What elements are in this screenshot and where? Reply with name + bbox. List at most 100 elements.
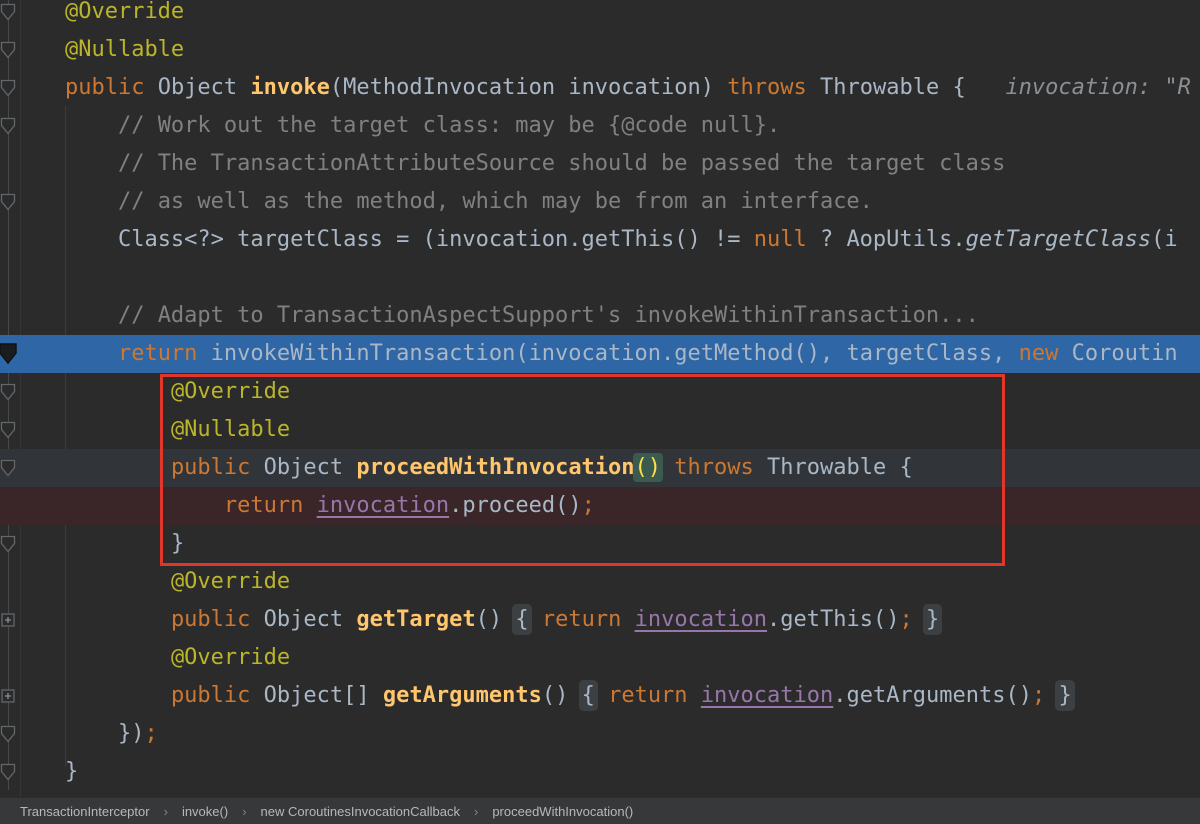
captured-variable-ref: invocation: [635, 607, 767, 632]
code-token: @Override: [171, 569, 290, 594]
fold-arrow-icon[interactable]: [0, 3, 16, 21]
code-line-16[interactable]: @Override: [0, 563, 1200, 601]
breadcrumb-separator-icon: ›: [156, 804, 176, 819]
code-token: [621, 607, 634, 632]
code-token: }: [1058, 683, 1071, 708]
code-token: Object: [250, 455, 356, 480]
code-token: getArguments: [383, 683, 542, 708]
execution-point-icon: [0, 343, 17, 365]
code-token: (): [476, 607, 516, 632]
code-token: {: [582, 683, 595, 708]
fold-arrow-icon[interactable]: [0, 535, 16, 553]
code-line-4[interactable]: // Work out the target class: may be {@c…: [0, 107, 1200, 145]
fold-arrow-icon[interactable]: [0, 117, 16, 135]
captured-variable-ref: invocation: [701, 683, 833, 708]
code-token: public: [171, 683, 250, 708]
breadcrumb-separator-icon: ›: [466, 804, 486, 819]
fold-arrow-icon[interactable]: [0, 79, 16, 97]
code-line-8[interactable]: [0, 259, 1200, 297]
breadcrumb-item-3[interactable]: new CoroutinesInvocationCallback: [255, 804, 466, 819]
gutter-markers: [0, 0, 24, 797]
code-token: @Override: [171, 379, 290, 404]
code-line-5[interactable]: // The TransactionAttributeSource should…: [0, 145, 1200, 183]
code-token: Class<?> targetClass = (invocation.getTh…: [118, 227, 754, 252]
code-token: Coroutin: [1058, 341, 1177, 366]
code-token: proceedWithInvocation: [356, 455, 634, 480]
code-token: @Override: [65, 0, 184, 24]
debugger-inline-hint: invocation: "R: [966, 75, 1191, 100]
matched-paren-highlight: (): [635, 455, 662, 480]
code-token: {: [515, 607, 528, 632]
code-token: ? AopUtils.: [807, 227, 966, 252]
fold-arrow-icon[interactable]: [0, 459, 16, 477]
code-token: // Adapt to TransactionAspectSupport's i…: [118, 303, 979, 328]
code-line-15[interactable]: }: [0, 525, 1200, 563]
code-token: }: [926, 607, 939, 632]
code-token: Object[]: [250, 683, 382, 708]
code-line-10[interactable]: return invokeWithinTransaction(invocatio…: [0, 335, 1200, 373]
code-token: return: [224, 493, 303, 518]
code-line-2[interactable]: @Nullable: [0, 31, 1200, 69]
code-token: // as well as the method, which may be f…: [118, 189, 873, 214]
code-token: // The TransactionAttributeSource should…: [118, 151, 1005, 176]
fold-arrow-icon[interactable]: [0, 421, 16, 439]
code-token: @Override: [171, 645, 290, 670]
breadcrumbs-bar: TransactionInterceptor›invoke()›new Coro…: [0, 797, 1200, 824]
code-token: [661, 455, 674, 480]
code-token: return: [118, 341, 197, 366]
breadcrumb-item-2[interactable]: invoke(): [176, 804, 234, 819]
code-token: ;: [900, 607, 913, 632]
code-line-19[interactable]: public Object[] getArguments() { return …: [0, 677, 1200, 715]
code-token: (): [542, 683, 582, 708]
code-token: [913, 607, 926, 632]
fold-arrow-icon[interactable]: [0, 193, 16, 211]
fold-plus-icon[interactable]: [0, 688, 16, 704]
code-token: getTargetClass: [966, 227, 1151, 252]
fold-arrow-icon[interactable]: [0, 41, 16, 59]
code-token: ;: [582, 493, 595, 518]
fold-plus-icon[interactable]: [0, 612, 16, 628]
code-token: [303, 493, 316, 518]
code-token: }): [118, 721, 145, 746]
code-line-21[interactable]: }: [0, 753, 1200, 791]
code-line-3[interactable]: public Object invoke(MethodInvocation in…: [0, 69, 1200, 107]
code-token: Throwable {: [754, 455, 913, 480]
fold-arrow-icon[interactable]: [0, 383, 16, 401]
code-line-6[interactable]: // as well as the method, which may be f…: [0, 183, 1200, 221]
code-editor[interactable]: @Override@Nullablepublic Object invoke(M…: [0, 0, 1200, 797]
code-token: }: [65, 759, 78, 784]
code-token: invoke: [250, 75, 329, 100]
fold-arrow-icon[interactable]: [0, 725, 16, 743]
code-line-20[interactable]: });: [0, 715, 1200, 753]
code-token: public: [171, 455, 250, 480]
code-line-9[interactable]: // Adapt to TransactionAspectSupport's i…: [0, 297, 1200, 335]
code-token: new: [1019, 341, 1059, 366]
code-token: Object: [144, 75, 250, 100]
code-token: public: [171, 607, 250, 632]
code-token: .proceed(): [449, 493, 581, 518]
code-token: return: [608, 683, 687, 708]
code-line-14[interactable]: return invocation.proceed();: [0, 487, 1200, 525]
code-line-11[interactable]: @Override: [0, 373, 1200, 411]
code-token: [1045, 683, 1058, 708]
code-token: ;: [144, 721, 157, 746]
code-line-12[interactable]: @Nullable: [0, 411, 1200, 449]
code-token: Throwable {: [807, 75, 966, 100]
code-token: return: [542, 607, 621, 632]
code-line-18[interactable]: @Override: [0, 639, 1200, 677]
ide-window: @Override@Nullablepublic Object invoke(M…: [0, 0, 1200, 824]
code-line-7[interactable]: Class<?> targetClass = (invocation.getTh…: [0, 221, 1200, 259]
breadcrumb-separator-icon: ›: [234, 804, 254, 819]
fold-arrow-icon[interactable]: [0, 763, 16, 781]
code-line-17[interactable]: public Object getTarget() { return invoc…: [0, 601, 1200, 639]
breadcrumb-item-4[interactable]: proceedWithInvocation(): [486, 804, 639, 819]
code-token: (MethodInvocation invocation): [330, 75, 727, 100]
code-token: invokeWithinTransaction(invocation.getMe…: [197, 341, 1018, 366]
code-token: throws: [674, 455, 753, 480]
code-token: null: [754, 227, 807, 252]
code-token: [595, 683, 608, 708]
breadcrumb-item-1[interactable]: TransactionInterceptor: [14, 804, 156, 819]
code-line-13[interactable]: public Object proceedWithInvocation() th…: [0, 449, 1200, 487]
code-line-1[interactable]: @Override: [0, 0, 1200, 31]
code-token: getTarget: [356, 607, 475, 632]
